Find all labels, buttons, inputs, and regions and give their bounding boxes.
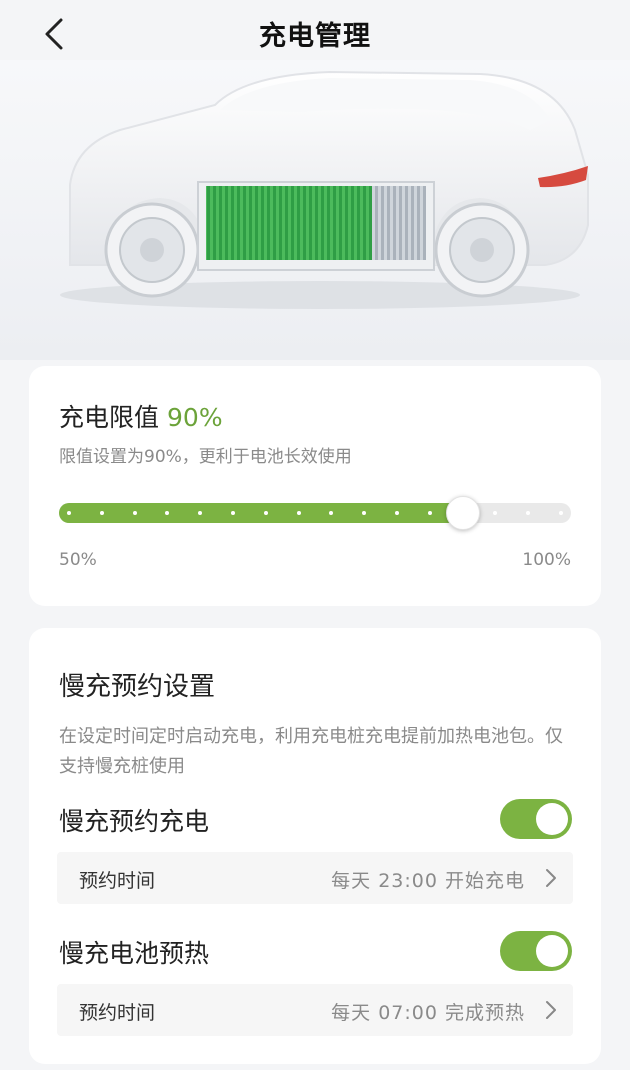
slow-charge-description: 在设定时间定时启动充电，利用充电桩充电提前加热电池包。仅支持慢充桩使用 [59,726,563,777]
charge-limit-value: 90% [167,403,223,432]
toggle-knob [536,803,568,835]
slider-tick [198,511,203,515]
slow-charge-title: 慢充预约设置 [59,672,216,702]
car-battery-illustration [0,60,630,360]
slider-tick [231,511,235,515]
slow-charge-card: 慢充预约设置 在设定时间定时启动充电，利用充电桩充电提前加热电池包。仅支持慢充桩… [29,628,601,1064]
scheduled-charge-time-label: 预约时间 [79,870,156,892]
slider-ticks [59,503,571,523]
battery-preheat-time-value: 每天 07:00 完成预热 [331,1002,525,1024]
slider-tick [99,511,104,515]
slider-tick [493,511,498,515]
charge-limit-title: 充电限值 [59,403,160,432]
charge-limit-card: 充电限值 90% 限值设置为90%，更利于电池长效使用 50% 100% [29,366,601,606]
scheduled-charge-toggle[interactable] [500,799,572,839]
slider-tick [67,511,71,515]
charge-limit-heading: 充电限值 90% [59,398,223,434]
slider-tick [263,511,268,515]
battery-preheat-time-row[interactable]: 预约时间 每天 07:00 完成预热 [57,984,573,1036]
toggle-knob [536,935,568,967]
battery-preheat-time-label: 预约时间 [79,1002,156,1024]
battery-preheat-toggle[interactable] [500,931,572,971]
slider-tick [132,511,137,515]
scheduled-charge-label: 慢充预约充电 [59,807,210,836]
charge-limit-description: 限值设置为90%，更利于电池长效使用 [59,447,352,467]
slider-tick [526,511,531,515]
slider-tick [395,511,399,515]
slider-thumb[interactable] [445,496,480,530]
slider-tick [296,511,301,515]
page-title: 充电管理 [259,21,371,52]
slider-tick [427,511,432,515]
chevron-right-icon [546,869,556,887]
scheduled-charge-time-row[interactable]: 预约时间 每天 23:00 开始充电 [57,852,573,904]
slider-tick [165,511,170,515]
charge-limit-slider[interactable] [59,496,571,530]
battery-preheat-label: 慢充电池预热 [59,939,210,968]
chevron-right-icon [546,1001,556,1019]
scheduled-charge-time-value: 每天 23:00 开始充电 [331,870,525,892]
slider-tick [329,511,334,515]
slider-tick [362,511,367,515]
slider-max-label: 100% [522,550,571,570]
slider-tick [559,511,563,515]
slider-min-label: 50% [59,550,97,570]
